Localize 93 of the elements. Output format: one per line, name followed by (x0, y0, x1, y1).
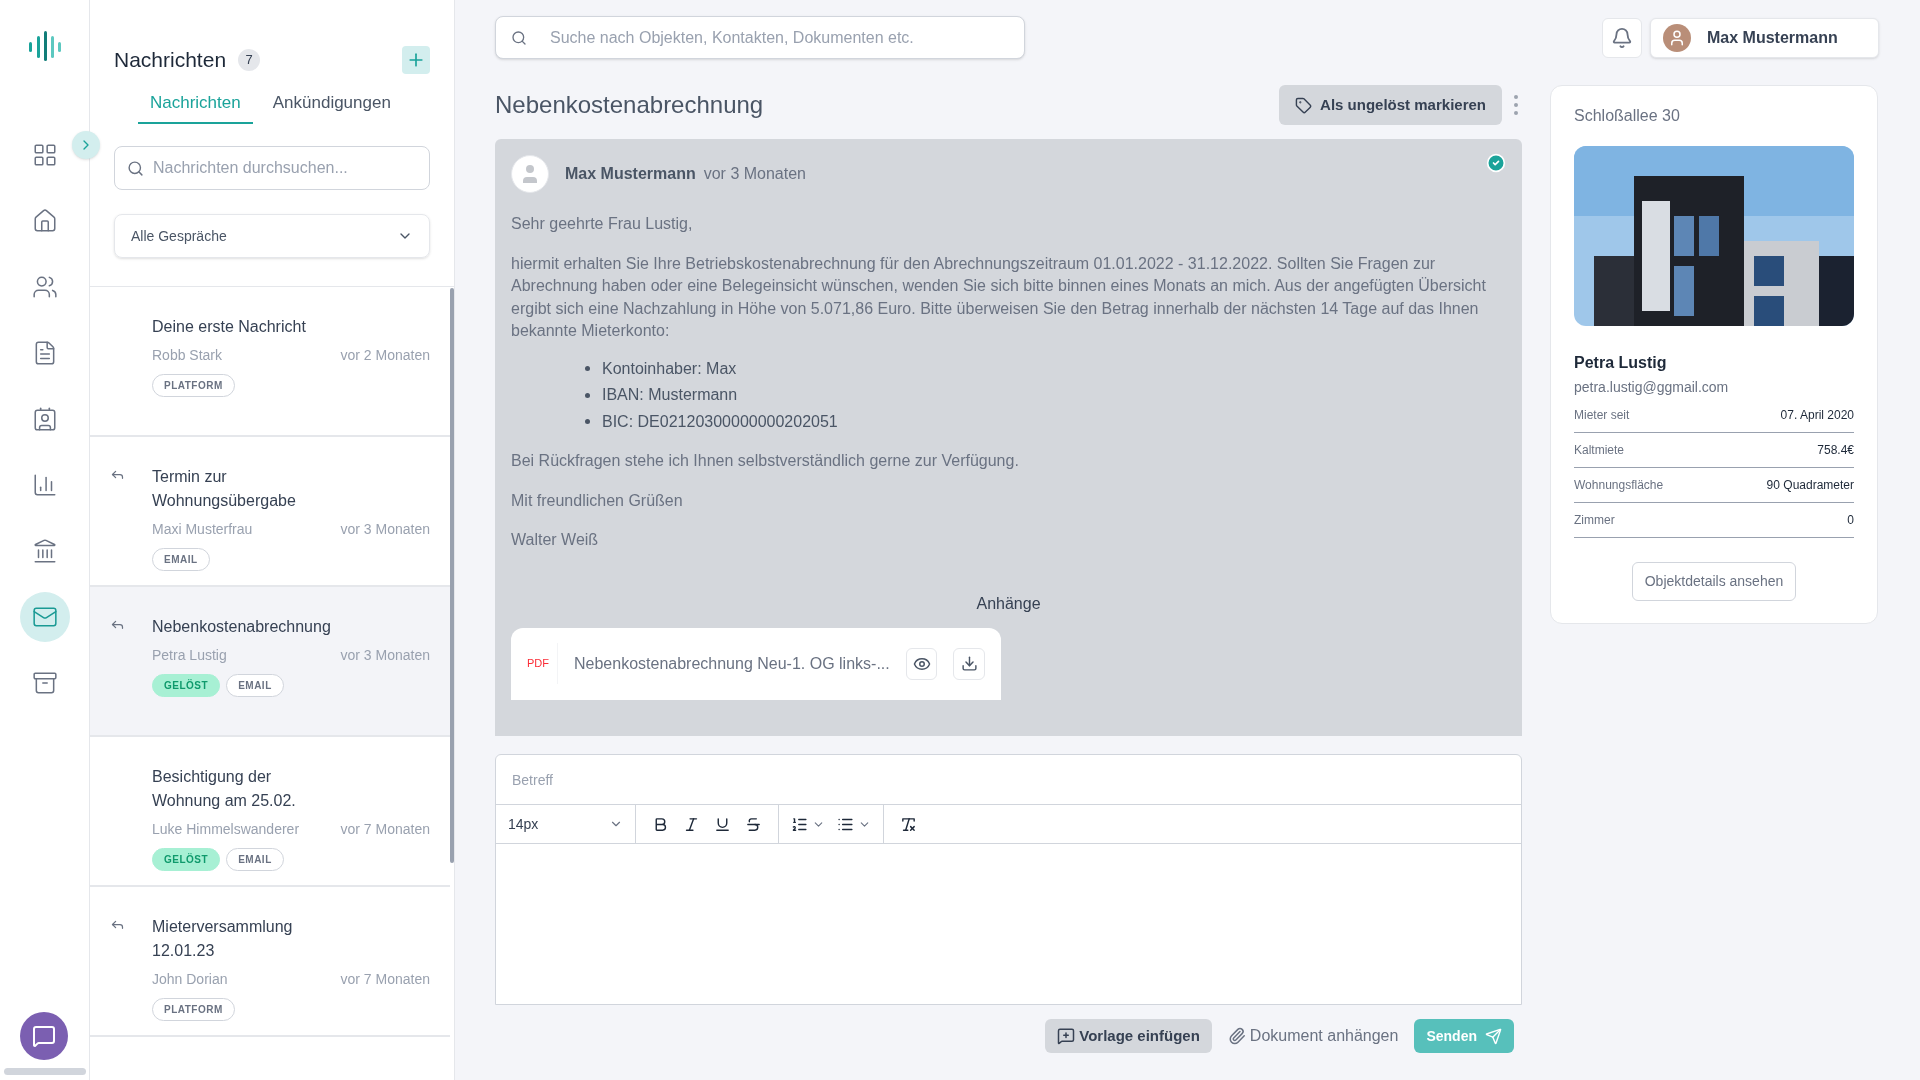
conversation-subject: Deine erste Nachricht (152, 317, 307, 337)
paperclip-icon (1227, 1027, 1246, 1045)
attachment-name: Nebenkostenabrechnung Neu-1. OG links-... (574, 653, 890, 674)
fact-value: 0 (1847, 512, 1854, 529)
message-author: Max Mustermann (565, 164, 696, 184)
attachments-heading: Anhänge (976, 593, 1041, 614)
conversation-sender: John Dorian (152, 970, 228, 989)
bell-icon (1611, 27, 1633, 49)
search-icon (127, 160, 144, 177)
conversation-time: vor 7 Monaten (339, 820, 430, 839)
tag-icon (1295, 96, 1313, 114)
conversation-sender: Petra Lustig (152, 646, 227, 665)
fact-value: 758.4€ (1817, 442, 1854, 459)
bullet-item: BIC: DE02120300000000202051 (585, 410, 1506, 433)
count-badge: 7 (238, 48, 261, 71)
send-icon (1485, 1027, 1502, 1045)
conversation-sender: Robb Stark (152, 346, 223, 365)
people-icon (31, 274, 58, 300)
message-paragraph: Mit freundlichen Grüßen (511, 490, 684, 511)
tag: EMAIL (226, 848, 284, 871)
conversation-time: vor 3 Monaten (339, 520, 430, 539)
bullet-item: IBAN: Mustermann (585, 384, 1506, 407)
conversation-subject: Termin zur Wohnungsübergabe (152, 467, 297, 511)
search-field[interactable]: Nachrichten durchsuchen... (114, 146, 430, 190)
conversation-time: vor 3 Monaten (339, 646, 430, 665)
preview-button[interactable] (905, 647, 938, 680)
fact-label: Kaltmiete (1574, 442, 1625, 459)
conversation-time: vor 7 Monaten (339, 970, 430, 989)
tag: GELÖST (152, 674, 221, 697)
attach-document-button[interactable]: Dokument anhängen (1227, 1024, 1399, 1048)
property-address: Schloßallee 30 (1574, 106, 1681, 126)
scrollbar-icon (450, 288, 454, 863)
avatar-icon (511, 155, 549, 193)
scrollbar-icon (4, 1068, 86, 1075)
insert-template-button[interactable]: Vorlage einfügen (1045, 1019, 1212, 1053)
conversation-time: vor 2 Monaten (339, 346, 430, 365)
download-icon (960, 655, 978, 672)
font-size-select[interactable]: 14px (496, 805, 636, 843)
fact-value: 90 Quadrameter (1766, 477, 1854, 494)
fact-value: 07. April 2020 (1780, 407, 1854, 424)
chat-launcher-button[interactable] (20, 1012, 68, 1060)
nav-item[interactable] (19, 592, 70, 642)
conversation-filter-dropdown[interactable]: Alle Gespräche (114, 214, 430, 258)
bullet-item: Kontoinhaber: Max (585, 357, 1506, 380)
message-paragraph: hiermit erhalten Sie Ihre Betriebskostenabrechnung für den Abrechnungszeitraum 01.01.2022 - 31.12.2022. Sollten Sie Fragen zur Abrechnung haben oder eine Belegeinsicht wünschen, wenden Sie sich bitte binnen eines Monats an mich. Aus der angefügten Übersicht ergibt sich eine Nachzahlung in Höhe von 5.071,86 Euro. Bitte überweisen Sie den Betrag innerhalb der nächsten 14 Tage auf das Ihnen bekannte Mieterkonto: (511, 253, 1487, 341)
file-type-label: PDF (527, 643, 558, 684)
fact-label: Zimmer (1574, 512, 1615, 529)
download-button[interactable] (953, 647, 985, 680)
ordered-list-icon[interactable] (791, 815, 825, 833)
contact-card-icon (31, 406, 58, 432)
fact-label: Mieter seit (1574, 407, 1630, 424)
mark-unresolved-button[interactable]: Als ungelöst markieren (1279, 85, 1502, 125)
notifications-button[interactable] (1602, 18, 1642, 58)
tag: EMAIL (226, 674, 284, 697)
message-paragraph: Bei Rückfragen stehe ich Ihnen selbstverständlich gerne zur Verfügung. (511, 451, 1020, 471)
conversation-subject: Nebenkostenabrechnung (152, 617, 332, 637)
subject-field[interactable]: Betreff (496, 755, 1521, 805)
global-search-field[interactable]: Suche nach Objekten, Kontakten, Dokumenten etc. (495, 16, 1025, 59)
user-menu-button[interactable]: Max Mustermann (1650, 18, 1879, 58)
chat-icon (32, 1024, 56, 1048)
conversation-sender: Luke Himmelswanderer (152, 820, 300, 839)
search-icon (511, 30, 527, 46)
message-paragraph: Sehr geehrte Frau Lustig, (511, 214, 694, 234)
logo-icon (27, 31, 62, 61)
tag: PLATFORM (152, 374, 235, 397)
strikethrough-icon[interactable] (745, 815, 762, 833)
bar-chart-icon (31, 472, 58, 498)
tag: PLATFORM (152, 998, 235, 1021)
avatar-icon (1663, 24, 1691, 52)
tab[interactable]: Ankündigungen (260, 89, 403, 124)
collapse-toggle[interactable] (72, 131, 100, 159)
thread-title: Nebenkostenabrechnung (495, 90, 764, 120)
property-details-button[interactable]: Objektdetails ansehen (1631, 562, 1797, 601)
home-icon (31, 208, 58, 234)
tenant-name: Petra Lustig (1574, 353, 1668, 373)
archive-icon (31, 670, 58, 696)
clear-format-icon[interactable] (900, 815, 917, 833)
panel-title: Nachrichten (114, 47, 227, 73)
fact-label: Wohnungsfläche (1574, 477, 1664, 494)
message-paragraph: Walter Weiß (511, 530, 600, 550)
conversation-subject: Besichtigung der Wohnung am 25.02. (152, 767, 297, 811)
conversation-sender: Maxi Musterfrau (152, 520, 253, 539)
conversation-item[interactable]: Nebenkostenabrechnung Petra Lustig vor 3 Monaten GELÖST EMAIL (90, 587, 450, 737)
tag: GELÖST (152, 848, 221, 871)
conversation-subject: Mieterversammlung 12.01.23 (152, 917, 294, 961)
tenant-email: petra.lustig@ggmail.com (1574, 378, 1730, 397)
dashboard-icon (31, 142, 58, 168)
add-button[interactable] (402, 45, 430, 74)
italic-icon[interactable] (683, 815, 700, 833)
template-icon (1057, 1027, 1076, 1045)
underline-icon[interactable] (714, 815, 731, 833)
tag: EMAIL (152, 548, 210, 571)
message-time: vor 3 Monaten (703, 164, 806, 184)
